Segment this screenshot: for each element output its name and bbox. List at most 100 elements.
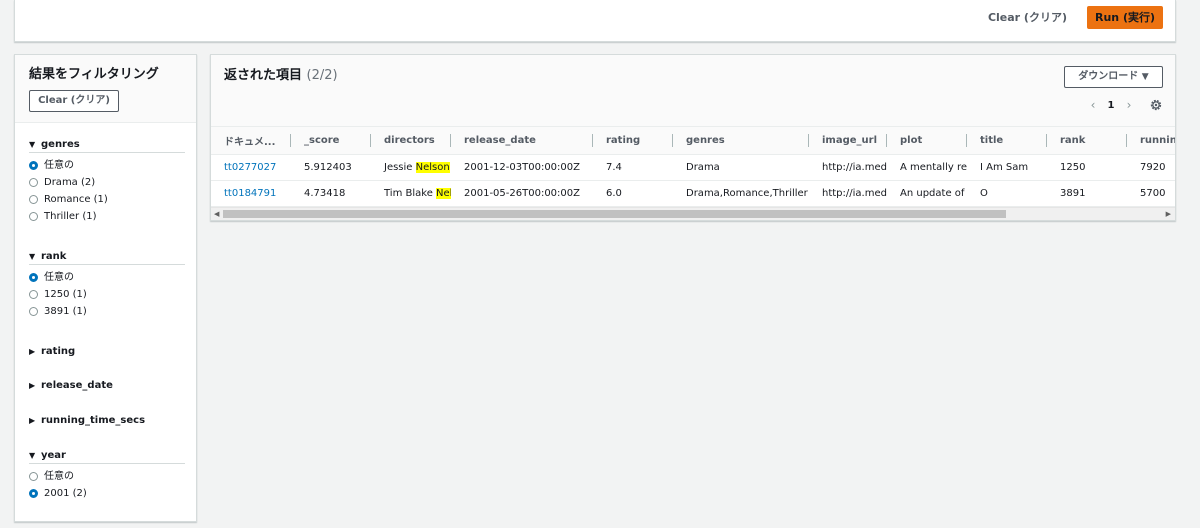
search-highlight: Nelson	[415, 161, 450, 173]
document-link[interactable]: tt0184791	[224, 188, 276, 199]
facet-release-date-label: release_date	[41, 380, 113, 391]
column-header-label: genres	[686, 134, 725, 146]
cell-release-date: 2001-05-26T00:00:00Z	[451, 180, 593, 207]
column-header[interactable]: ドキュメ...	[211, 127, 291, 155]
cell-plot: An update of Sh	[887, 180, 967, 207]
cell-document-id: tt0184791	[211, 180, 291, 207]
column-header[interactable]: release_date	[451, 127, 593, 155]
facet-running-time-toggle[interactable]: ▶ running_time_secs	[29, 412, 185, 429]
clear-filters-button[interactable]: Clear (クリア)	[29, 90, 119, 112]
cell-rating: 6.0	[593, 180, 673, 207]
facet-rank-toggle[interactable]: ▼ rank	[29, 248, 185, 265]
settings-gear-icon[interactable]	[1149, 98, 1163, 112]
facet-running-time-label: running_time_secs	[41, 415, 146, 426]
facet-rank: ▼ rank 任意の 1250 (1) 3891 (1)	[29, 248, 185, 320]
column-header[interactable]: rank	[1047, 127, 1127, 155]
table-header-row: ドキュメ... _score directors release_date ra…	[211, 127, 1175, 155]
cell-rating: 7.4	[593, 154, 673, 181]
download-button[interactable]: ダウンロード ▼	[1064, 66, 1163, 88]
column-header-label: release_date	[464, 134, 536, 146]
rank-option-1250[interactable]: 1250 (1)	[29, 286, 185, 303]
pagination: ‹ 1 ›	[1085, 97, 1137, 113]
facet-running-time: ▶ running_time_secs	[29, 412, 185, 429]
radio-icon	[29, 195, 38, 204]
cell-document-id: tt0277027	[211, 154, 291, 181]
caret-down-icon: ▼	[1141, 72, 1149, 82]
cell-running-time: 5700	[1127, 180, 1175, 207]
table-row: tt0277027 5.912403 Jessie Nelson 2001-12…	[211, 154, 1175, 181]
next-page-icon[interactable]: ›	[1121, 98, 1137, 112]
results-title: 返された項目 (2/2)	[224, 68, 338, 84]
column-header[interactable]: running	[1127, 127, 1175, 155]
year-option-any[interactable]: 任意の	[29, 468, 185, 485]
clear-query-button[interactable]: Clear (クリア)	[988, 10, 1067, 26]
scroll-left-icon[interactable]: ◀	[214, 210, 219, 218]
facet-genres-label: genres	[41, 139, 80, 150]
column-header[interactable]: rating	[593, 127, 673, 155]
radio-checked-icon	[29, 161, 38, 170]
results-title-text: 返された項目	[224, 68, 303, 83]
table-row: tt0184791 4.73418 Tim Blake Nelsc 2001-0…	[211, 180, 1175, 207]
filter-panel: 結果をフィルタリング Clear (クリア) ▼ genres 任意の Drama…	[14, 54, 197, 522]
year-option-2001[interactable]: 2001 (2)	[29, 485, 185, 502]
facet-rating-toggle[interactable]: ▶ rating	[29, 343, 185, 360]
results-header: 返された項目 (2/2) ダウンロード ▼ ‹ 1 ›	[211, 55, 1175, 127]
document-link[interactable]: tt0277027	[224, 162, 276, 173]
genres-option-drama[interactable]: Drama (2)	[29, 174, 185, 191]
caret-down-icon: ▼	[29, 252, 36, 261]
column-header-label: title	[980, 134, 1004, 146]
facet-year-toggle[interactable]: ▼ year	[29, 447, 185, 464]
horizontal-scrollbar[interactable]: ◀ ▶	[211, 207, 1175, 220]
cell-score: 4.73418	[291, 180, 371, 207]
column-header[interactable]: title	[967, 127, 1047, 155]
radio-checked-icon	[29, 273, 38, 282]
cell-release-date: 2001-12-03T00:00:00Z	[451, 154, 593, 181]
column-header[interactable]: genres	[673, 127, 809, 155]
facet-release-date-toggle[interactable]: ▶ release_date	[29, 377, 185, 394]
genres-option-romance[interactable]: Romance (1)	[29, 191, 185, 208]
rank-option-3891[interactable]: 3891 (1)	[29, 303, 185, 320]
column-header-label: image_url	[822, 134, 878, 146]
column-header-label: rank	[1060, 134, 1086, 146]
genres-option-thriller[interactable]: Thriller (1)	[29, 208, 185, 225]
scroll-right-icon[interactable]: ▶	[1166, 210, 1171, 218]
prev-page-icon[interactable]: ‹	[1085, 98, 1101, 112]
cell-running-time: 7920	[1127, 154, 1175, 181]
column-header[interactable]: directors	[371, 127, 451, 155]
facet-genres-toggle[interactable]: ▼ genres	[29, 136, 185, 153]
filter-title: 結果をフィルタリング	[29, 67, 159, 82]
column-header-label: rating	[606, 134, 641, 146]
query-panel: Clear (クリア) Run (実行)	[14, 0, 1176, 42]
caret-right-icon: ▶	[29, 347, 36, 356]
results-table-wrapper: ドキュメ... _score directors release_date ra…	[211, 127, 1175, 207]
cell-title: I Am Sam	[967, 154, 1047, 181]
facet-rating: ▶ rating	[29, 343, 185, 360]
cell-rank: 1250	[1047, 154, 1127, 181]
radio-icon	[29, 307, 38, 316]
genres-option-any[interactable]: 任意の	[29, 157, 185, 174]
run-button[interactable]: Run (実行)	[1087, 6, 1163, 29]
option-label: 任意の	[44, 272, 74, 283]
column-header[interactable]: image_url	[809, 127, 887, 155]
cell-directors: Jessie Nelson	[371, 154, 451, 181]
results-count: (2/2)	[306, 68, 338, 83]
facet-rank-label: rank	[41, 251, 67, 262]
column-header[interactable]: plot	[887, 127, 967, 155]
facet-rating-label: rating	[41, 346, 76, 357]
option-label: Romance (1)	[44, 194, 108, 205]
column-header-label: plot	[900, 134, 923, 146]
column-header[interactable]: _score	[291, 127, 371, 155]
radio-icon	[29, 178, 38, 187]
scrollbar-thumb[interactable]	[223, 210, 1006, 218]
column-header-label: _score	[304, 134, 340, 146]
directors-text: Tim Blake	[384, 187, 437, 199]
option-label: 2001 (2)	[44, 488, 87, 499]
cell-image-url: http://ia.media	[809, 180, 887, 207]
column-header-label: running	[1140, 134, 1175, 146]
caret-down-icon: ▼	[29, 140, 36, 149]
option-label: Thriller (1)	[44, 211, 97, 222]
page-number[interactable]: 1	[1101, 100, 1121, 111]
rank-option-any[interactable]: 任意の	[29, 269, 185, 286]
cell-title: O	[967, 180, 1047, 207]
option-label: 任意の	[44, 160, 74, 171]
